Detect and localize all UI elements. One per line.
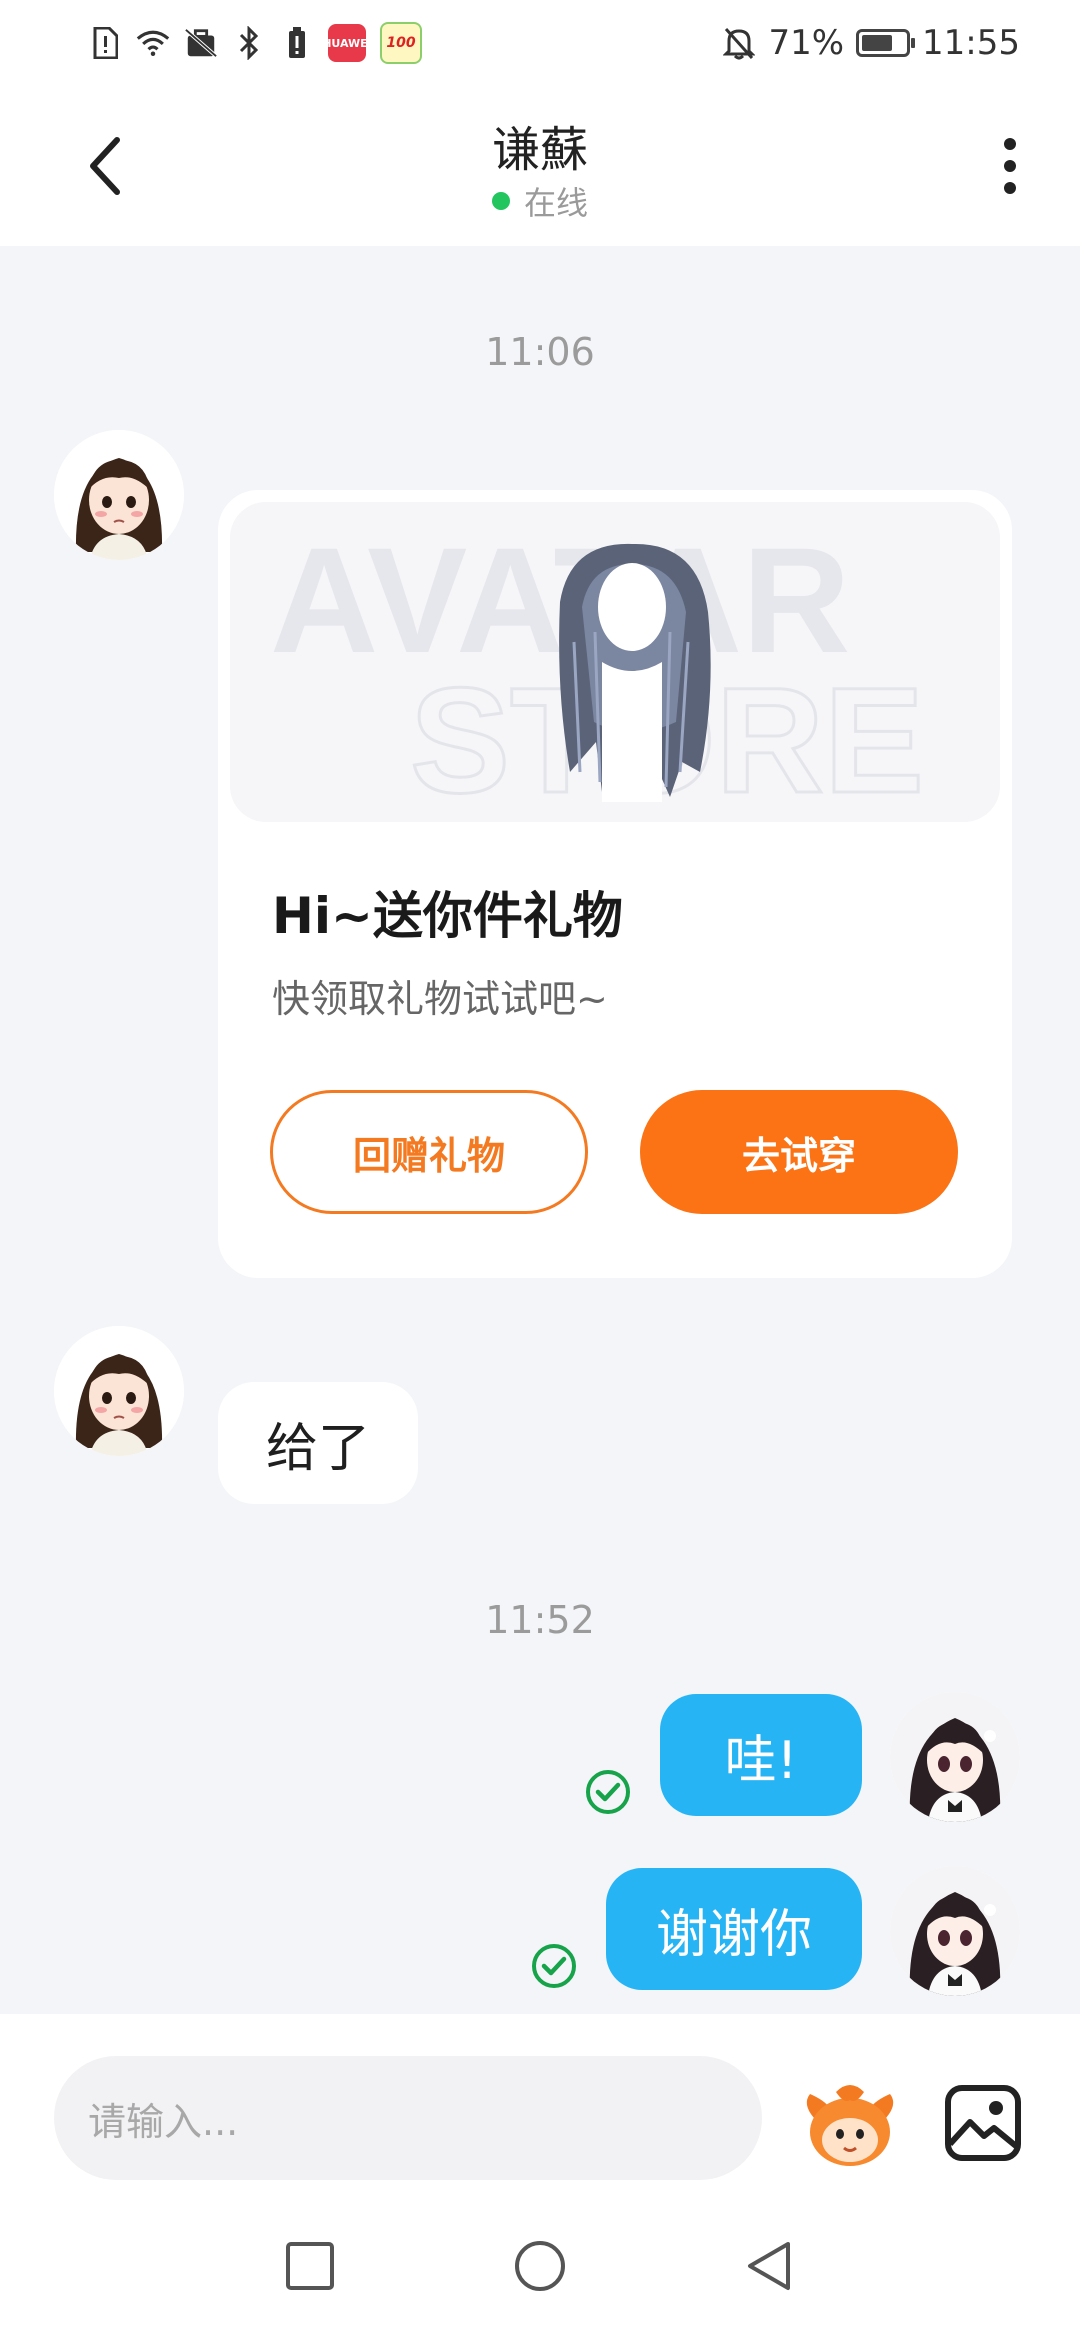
message-input[interactable]: 请输入... bbox=[54, 2056, 762, 2180]
mute-bell-icon bbox=[722, 26, 756, 60]
contact-avatar[interactable] bbox=[54, 1326, 184, 1456]
read-receipt-icon bbox=[530, 1942, 578, 1994]
presence-status: 在线 bbox=[0, 178, 1080, 224]
input-placeholder: 请输入... bbox=[88, 2099, 239, 2144]
more-vertical-icon bbox=[1004, 138, 1016, 150]
mascot-sticker-icon bbox=[806, 2085, 894, 2166]
contact-name: 谦蘇 bbox=[491, 122, 588, 178]
huawei-app-icon: HUAWEI bbox=[322, 24, 372, 62]
chat-header: 谦蘇 在线 bbox=[0, 86, 1080, 246]
read-receipt-icon bbox=[584, 1768, 632, 1820]
battery-icon bbox=[856, 29, 916, 57]
wifi-icon bbox=[136, 26, 170, 60]
incoming-message-bubble[interactable]: 给了 bbox=[218, 1382, 418, 1504]
timestamp: 11:06 bbox=[485, 330, 595, 374]
system-navigation-bar bbox=[0, 2198, 1080, 2340]
image-picker-button[interactable] bbox=[944, 2084, 1022, 2162]
contact-avatar[interactable] bbox=[54, 430, 184, 560]
message-text: 给了 bbox=[265, 1418, 370, 1479]
my-avatar[interactable] bbox=[890, 1866, 1020, 1996]
online-dot-icon bbox=[491, 192, 510, 210]
no-sim-icon bbox=[184, 26, 218, 60]
nav-back-button[interactable] bbox=[744, 2240, 796, 2292]
battery-percent: 71% bbox=[768, 23, 845, 63]
status-time: 11:55 bbox=[922, 23, 1020, 63]
gift-card-title: Hi~送你件礼物 bbox=[272, 887, 623, 945]
message-text: 哇! bbox=[724, 1730, 798, 1791]
score-100-app-icon: 100 bbox=[380, 22, 422, 64]
status-bar: HUAWEI 100 71% 11:55 bbox=[0, 0, 1080, 86]
image-icon bbox=[945, 2085, 1021, 2161]
timestamp: 11:52 bbox=[485, 1598, 595, 1642]
recent-apps-button[interactable] bbox=[284, 2240, 336, 2292]
try-on-button[interactable]: 去试穿 bbox=[640, 1090, 958, 1214]
triangle-back-icon bbox=[748, 2242, 790, 2290]
message-input-bar: 请输入... bbox=[0, 2014, 1080, 2198]
return-gift-button[interactable]: 回赠礼物 bbox=[270, 1090, 588, 1214]
more-options-button[interactable] bbox=[980, 126, 1040, 206]
status-icons-right: 71% 11:55 bbox=[722, 18, 1020, 68]
sim-alert-icon bbox=[88, 26, 122, 60]
outgoing-message-bubble[interactable]: 哇! bbox=[660, 1694, 862, 1816]
status-icons-left: HUAWEI 100 bbox=[88, 18, 422, 68]
circle-icon bbox=[515, 2241, 565, 2291]
my-avatar[interactable] bbox=[890, 1692, 1020, 1822]
message-text: 谢谢你 bbox=[655, 1904, 812, 1965]
sticker-button[interactable] bbox=[800, 2074, 900, 2174]
bluetooth-icon bbox=[232, 26, 266, 60]
battery-alert-icon bbox=[280, 26, 314, 60]
presence-label: 在线 bbox=[523, 184, 588, 222]
gift-message-card[interactable]: AVATAR STORE Hi~送你件礼物 快领取礼物试试吧~ 回赠礼物 去试穿 bbox=[218, 490, 1012, 1278]
outgoing-message-bubble[interactable]: 谢谢你 bbox=[606, 1868, 862, 1990]
gift-preview-image[interactable]: AVATAR STORE bbox=[230, 502, 1000, 822]
gift-card-subtitle: 快领取礼物试试吧~ bbox=[272, 977, 608, 1021]
square-icon bbox=[286, 2242, 334, 2290]
home-button[interactable] bbox=[514, 2240, 566, 2292]
